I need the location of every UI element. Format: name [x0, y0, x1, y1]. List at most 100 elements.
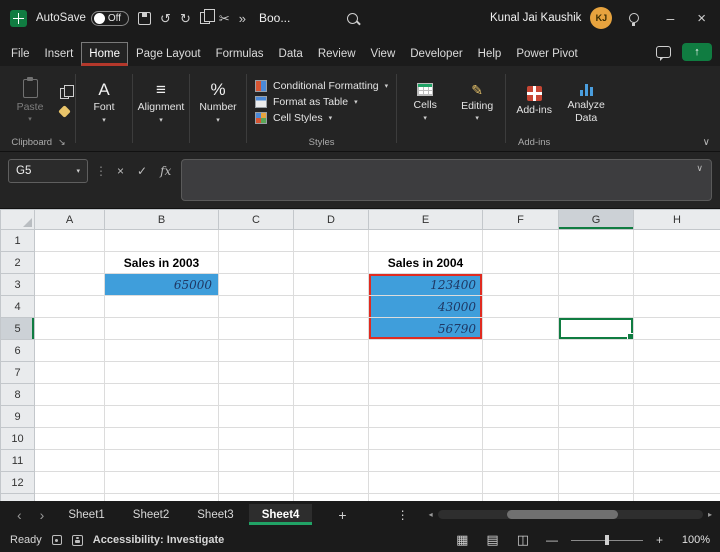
add-sheet-button[interactable]: +	[330, 507, 354, 523]
scrollbar-track[interactable]	[438, 510, 703, 519]
ribbon-tab-review[interactable]: Review	[311, 43, 363, 66]
cell-E4[interactable]: 43000	[369, 296, 483, 318]
cell[interactable]	[483, 296, 559, 318]
cell[interactable]	[105, 384, 219, 406]
cell[interactable]	[35, 252, 105, 274]
view-page-layout-icon[interactable]: ▤	[482, 532, 502, 548]
cell[interactable]	[219, 296, 294, 318]
cell[interactable]	[35, 428, 105, 450]
avatar[interactable]: KJ	[590, 7, 612, 29]
column-header-E[interactable]: E	[369, 210, 483, 230]
row-header-9[interactable]: 9	[1, 406, 35, 428]
ribbon-tab-formulas[interactable]: Formulas	[209, 43, 271, 66]
cell[interactable]	[105, 428, 219, 450]
ribbon-tab-home[interactable]: Home	[81, 42, 128, 66]
macro-record-icon[interactable]	[52, 535, 62, 545]
cell[interactable]	[483, 274, 559, 296]
cell[interactable]	[105, 472, 219, 494]
editing-menu-button[interactable]: ✎ Editing ▾	[451, 69, 503, 137]
cell[interactable]	[294, 384, 369, 406]
cell[interactable]	[219, 384, 294, 406]
sheet-tab-sheet4[interactable]: Sheet4	[249, 504, 313, 525]
ribbon-tab-help[interactable]: Help	[471, 43, 509, 66]
row-header-2[interactable]: 2	[1, 252, 35, 274]
cell[interactable]	[105, 318, 219, 340]
ribbon-tab-file[interactable]: File	[4, 43, 37, 66]
paste-button[interactable]: Paste ▾	[4, 79, 56, 124]
cell[interactable]	[634, 472, 720, 494]
cell[interactable]	[35, 296, 105, 318]
sheet-menu-button[interactable]: ⋮	[389, 508, 417, 522]
column-header-B[interactable]: B	[105, 210, 219, 230]
row-header-1[interactable]: 1	[1, 230, 35, 252]
cell[interactable]	[294, 428, 369, 450]
more-commands-icon[interactable]: »	[239, 12, 246, 25]
document-title[interactable]: Boo...	[259, 11, 290, 25]
cell[interactable]	[634, 296, 720, 318]
autosave-toggle[interactable]: AutoSave Off	[36, 11, 129, 26]
cell[interactable]	[483, 318, 559, 340]
cell[interactable]	[559, 406, 634, 428]
cell[interactable]	[105, 494, 219, 502]
sheet-tab-sheet3[interactable]: Sheet3	[184, 504, 246, 525]
cell[interactable]	[634, 406, 720, 428]
column-header-F[interactable]: F	[483, 210, 559, 230]
cell[interactable]	[634, 318, 720, 340]
lightbulb-icon[interactable]	[629, 13, 639, 23]
cell[interactable]	[369, 406, 483, 428]
cut-icon[interactable]: ✂	[219, 12, 230, 25]
cell[interactable]	[35, 362, 105, 384]
cell[interactable]	[35, 318, 105, 340]
redo-icon[interactable]: ↻	[180, 12, 191, 25]
dialog-launcher-icon[interactable]: ↘	[58, 137, 66, 148]
cell[interactable]	[559, 296, 634, 318]
format-as-table-button[interactable]: Format as Table ▾	[255, 96, 358, 108]
close-button[interactable]: ×	[693, 11, 710, 26]
cell[interactable]	[369, 340, 483, 362]
row-header-12[interactable]: 12	[1, 472, 35, 494]
cell-E2[interactable]: Sales in 2004	[369, 252, 483, 274]
cell[interactable]	[105, 296, 219, 318]
cancel-button[interactable]: ×	[114, 159, 127, 183]
insert-function-button[interactable]: fx	[157, 159, 174, 183]
scrollbar-thumb[interactable]	[507, 510, 618, 519]
ribbon-tab-view[interactable]: View	[364, 43, 403, 66]
formula-input[interactable]: ∨	[181, 159, 712, 201]
cell[interactable]	[219, 318, 294, 340]
cell[interactable]	[559, 428, 634, 450]
share-button[interactable]: ↑	[682, 43, 712, 61]
cell[interactable]	[559, 494, 634, 502]
cell[interactable]	[483, 472, 559, 494]
conditional-formatting-button[interactable]: Conditional Formatting ▾	[255, 80, 388, 92]
active-cell-G5[interactable]	[559, 318, 634, 340]
cell[interactable]	[294, 472, 369, 494]
cell[interactable]	[369, 230, 483, 252]
search-icon[interactable]	[347, 13, 358, 24]
zoom-slider-thumb[interactable]	[605, 535, 609, 545]
enter-button[interactable]: ✓	[134, 159, 150, 183]
cell[interactable]	[294, 230, 369, 252]
row-header-partial[interactable]	[1, 494, 35, 502]
alignment-menu-button[interactable]: ≡ Alignment ▾	[135, 69, 187, 137]
cell[interactable]	[294, 406, 369, 428]
cell[interactable]	[559, 362, 634, 384]
select-all-button[interactable]	[1, 210, 35, 230]
cell[interactable]	[219, 472, 294, 494]
column-header-H[interactable]: H	[634, 210, 720, 230]
name-box[interactable]: G5 ▾	[8, 159, 88, 183]
ribbon-tab-data[interactable]: Data	[272, 43, 310, 66]
cell[interactable]	[634, 450, 720, 472]
cell[interactable]	[559, 384, 634, 406]
cell-E3[interactable]: 123400	[369, 274, 483, 296]
user-name[interactable]: Kunal Jai Kaushik	[490, 12, 581, 24]
cells-menu-button[interactable]: Cells ▾	[399, 69, 451, 137]
cell-styles-button[interactable]: Cell Styles ▾	[255, 112, 332, 124]
format-painter-button[interactable]	[58, 105, 71, 118]
zoom-level[interactable]: 100%	[676, 534, 710, 546]
cell[interactable]	[105, 362, 219, 384]
scroll-right-icon[interactable]: ▸	[708, 510, 712, 519]
cell[interactable]	[219, 252, 294, 274]
cell[interactable]	[483, 252, 559, 274]
cell[interactable]	[634, 274, 720, 296]
cell[interactable]	[559, 252, 634, 274]
